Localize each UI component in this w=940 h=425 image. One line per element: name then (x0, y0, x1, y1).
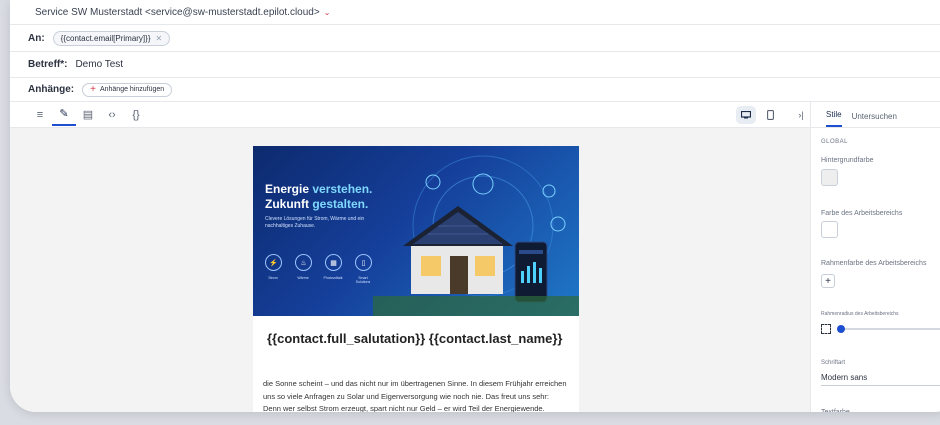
frame-color-label: Rahmenfarbe des Arbeitsbereichs (821, 260, 927, 267)
email-preview: Energie verstehen. Zukunft gestalten. Cl… (253, 146, 579, 412)
radius-slider-track[interactable] (839, 328, 940, 330)
hero-icon-label: Strom (268, 276, 278, 280)
hero-line2-a: Zukunft (265, 197, 313, 211)
tab-inspect[interactable]: Untersuchen (852, 112, 897, 127)
device-switcher: ›| (736, 105, 810, 125)
hero-subline: Clevere Lösungen für Strom, Wärme und ei… (265, 216, 365, 229)
styles-panel: Stile Untersuchen GLOBAL Hintergrundfarb… (810, 102, 940, 412)
panel-tabs: Stile Untersuchen (811, 102, 940, 128)
recipient-chip-label: {{contact.email[Primary]}} (60, 33, 151, 43)
tab-styles[interactable]: Stile (826, 110, 842, 127)
layout-icon[interactable]: ▤ (76, 105, 100, 125)
mobile-icon[interactable] (760, 106, 780, 124)
bg-color-label: Hintergrundfarbe (821, 157, 874, 164)
to-label: An: (28, 32, 45, 44)
hero-headline: Energie verstehen. Zukunft gestalten. (265, 182, 372, 212)
greeting-heading[interactable]: {{contact.full_salutation}} {{contact.la… (267, 331, 562, 346)
body-paragraph[interactable]: die Sonne scheint – und das nicht nur im… (263, 378, 568, 412)
frame-radius-label: Rahmenradius des Arbeitsbereichs (821, 311, 899, 317)
attachments-row: Anhänge: + Anhänge hinzufügen (10, 78, 940, 102)
radius-slider-handle[interactable] (837, 325, 845, 333)
attachments-label: Anhänge: (28, 84, 75, 95)
flame-icon: ♨ (295, 254, 312, 271)
lightning-icon: ⚡ (265, 254, 282, 271)
pencil-icon[interactable]: ✎ (52, 104, 76, 126)
editor-toolbar: ≡ ✎ ▤ ‹› {} ›| (10, 102, 820, 128)
chevron-down-icon[interactable]: ⌄ (324, 8, 331, 17)
hero-banner[interactable]: Energie verstehen. Zukunft gestalten. Cl… (253, 146, 579, 316)
radius-icon (821, 324, 831, 334)
add-attachment-button[interactable]: + Anhänge hinzufügen (82, 82, 173, 97)
sender-address[interactable]: Service SW Musterstadt <service@sw-muste… (35, 7, 320, 18)
add-attachment-label: Anhänge hinzufügen (99, 86, 165, 93)
menu-icon[interactable]: ≡ (28, 105, 52, 125)
hero-icon-label: Wärme (297, 276, 309, 280)
collapse-right-icon[interactable]: ›| (792, 105, 810, 125)
font-select-underline (821, 385, 940, 386)
hero-line1-b: verstehen. (312, 182, 373, 196)
house-illustration (373, 155, 579, 316)
desktop-icon[interactable] (736, 106, 756, 124)
hero-icon-label: Photovoltaik (323, 276, 343, 280)
from-row[interactable]: Service SW Musterstadt <service@sw-muste… (10, 0, 940, 25)
hero-line2-b: gestalten. (312, 197, 369, 211)
font-label: Schriftart (821, 360, 846, 366)
solar-panel-icon: ▦ (325, 254, 342, 271)
code-icon[interactable]: ‹› (100, 105, 124, 125)
subject-row[interactable]: Betreff*: Demo Test (10, 52, 940, 78)
email-editor-window: Service SW Musterstadt <service@sw-muste… (10, 0, 940, 412)
editor-canvas: Energie verstehen. Zukunft gestalten. Cl… (10, 128, 810, 412)
smart-device-icon: ▯ (355, 254, 372, 271)
hero-icon-label: Smart Solutions (355, 276, 371, 284)
text-color-label: Textfarbe (821, 409, 850, 412)
plus-icon: + (90, 83, 96, 95)
section-global: GLOBAL (821, 139, 849, 145)
close-icon[interactable]: ✕ (156, 34, 163, 43)
braces-icon[interactable]: {} (124, 105, 148, 125)
subject-label: Betreff*: (28, 59, 68, 70)
work-color-label: Farbe des Arbeitsbereichs (821, 210, 903, 217)
work-color-swatch[interactable] (821, 221, 838, 238)
frame-color-add-button[interactable]: + (821, 274, 835, 288)
recipient-chip[interactable]: {{contact.email[Primary]}} ✕ (52, 30, 171, 46)
bg-color-swatch[interactable] (821, 169, 838, 186)
font-select[interactable]: Modern sans (821, 373, 867, 382)
subject-input[interactable]: Demo Test (75, 59, 123, 70)
hero-line1-a: Energie (265, 182, 313, 196)
to-row: An: {{contact.email[Primary]}} ✕ (10, 25, 940, 52)
